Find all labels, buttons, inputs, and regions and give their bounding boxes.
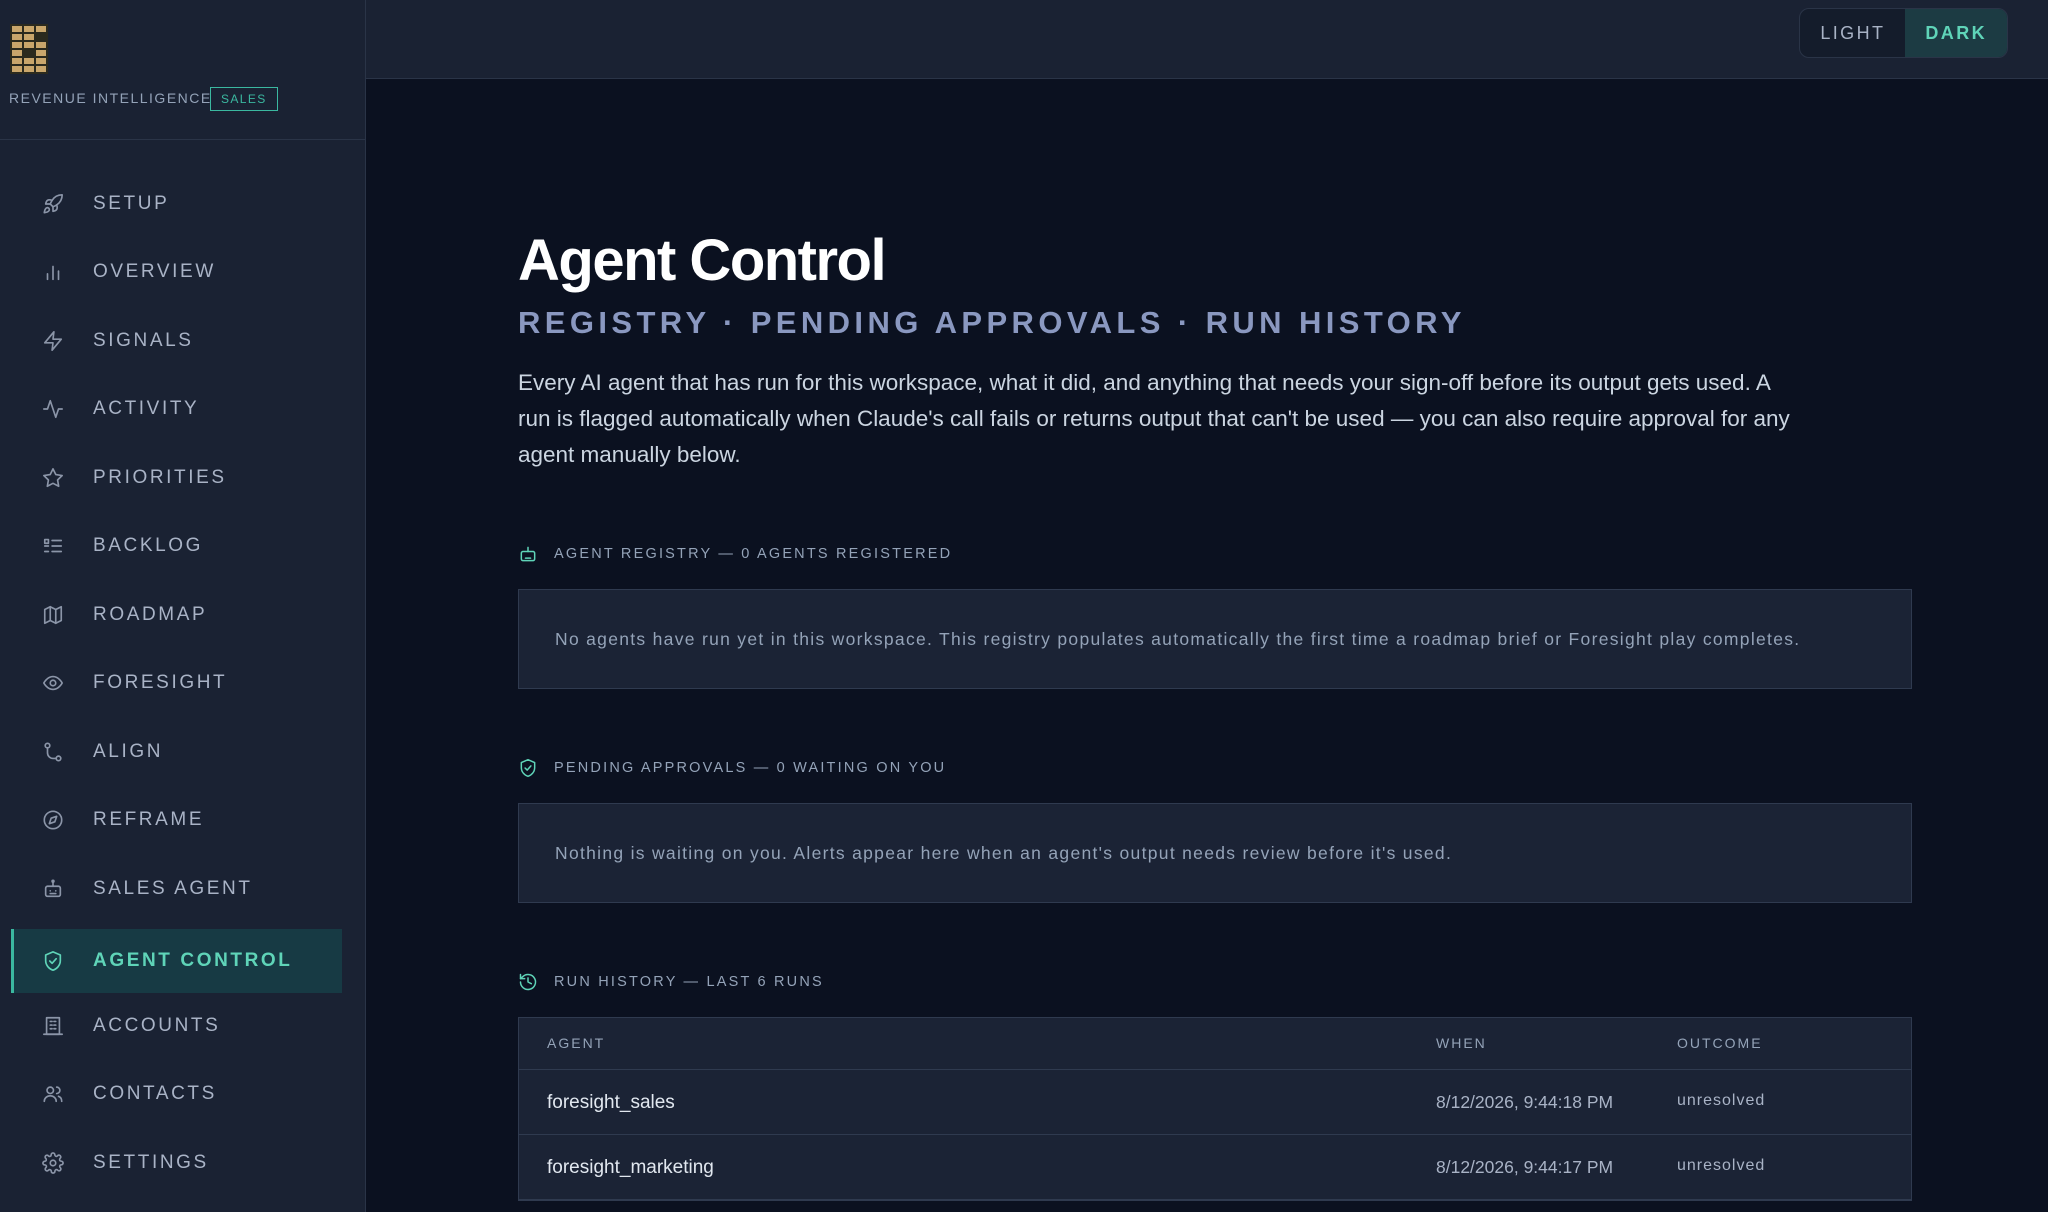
approvals-heading: PENDING APPROVALS — 0 WAITING ON YOU: [518, 756, 946, 780]
table-row[interactable]: foresight_marketing 8/12/2026, 9:44:17 P…: [519, 1135, 1911, 1200]
sidebar-item-label: PRIORITIES: [93, 467, 227, 488]
theme-toggle[interactable]: LIGHT DARK: [1799, 8, 2008, 58]
sidebar-item-roadmap[interactable]: ROADMAP: [11, 583, 342, 647]
page-title: Agent Control: [518, 228, 887, 293]
sidebar-item-reframe[interactable]: REFRAME: [11, 788, 342, 852]
sidebar: REVENUE INTELLIGENCE SALES SETUP OVERVIE…: [0, 0, 366, 1212]
sidebar-item-label: BACKLOG: [93, 535, 204, 556]
sidebar-item-label: FORESIGHT: [93, 672, 228, 693]
pulse-icon: [41, 397, 65, 421]
gear-icon: [41, 1151, 65, 1175]
sidebar-item-priorities[interactable]: PRIORITIES: [11, 446, 342, 510]
compass-icon: [41, 808, 65, 832]
shield-check-icon: [41, 949, 65, 973]
lightning-icon: [41, 329, 65, 353]
eye-icon: [41, 671, 65, 695]
page-description: Every AI agent that has run for this wor…: [518, 370, 1790, 467]
sidebar-item-overview[interactable]: OVERVIEW: [11, 240, 342, 304]
sidebar-item-label: SALES AGENT: [93, 878, 253, 899]
map-icon: [41, 603, 65, 627]
sidebar-item-label: ACTIVITY: [93, 398, 200, 419]
column-header-outcome: OUTCOME: [1677, 1035, 1763, 1051]
sidebar-item-foresight[interactable]: FORESIGHT: [11, 651, 342, 715]
sidebar-item-label: ACCOUNTS: [93, 1015, 221, 1036]
sidebar-item-label: SETTINGS: [93, 1152, 209, 1173]
history-heading: RUN HISTORY — LAST 6 RUNS: [518, 970, 824, 994]
cell-agent: foresight_sales: [547, 1092, 675, 1113]
sidebar-item-setup[interactable]: SETUP: [11, 172, 342, 236]
sidebar-item-label: OVERVIEW: [93, 261, 216, 282]
sidebar-item-label: SIGNALS: [93, 330, 194, 351]
sidebar-item-agent-control[interactable]: AGENT CONTROL: [11, 929, 342, 993]
theme-light-button[interactable]: LIGHT: [1800, 9, 1905, 57]
cell-outcome: unresolved: [1677, 1092, 1766, 1109]
sidebar-item-label: AGENT CONTROL: [93, 950, 293, 971]
table-header: AGENT WHEN OUTCOME: [519, 1018, 1911, 1070]
sidebar-item-sales-agent[interactable]: SALES AGENT: [11, 857, 342, 921]
rocket-icon: [41, 192, 65, 216]
history-icon: [519, 973, 537, 991]
building-icon: [41, 1014, 65, 1038]
page-subtitle: REGISTRY · PENDING APPROVALS · RUN HISTO…: [518, 305, 1466, 340]
cell-when: 8/12/2026, 9:44:18 PM: [1436, 1092, 1614, 1112]
registry-heading-text: AGENT REGISTRY — 0 AGENTS REGISTERED: [554, 546, 953, 562]
sidebar-item-signals[interactable]: SIGNALS: [11, 309, 342, 373]
sidebar-item-label: ROADMAP: [93, 604, 208, 625]
sidebar-item-label: SETUP: [93, 193, 170, 214]
sidebar-item-backlog[interactable]: BACKLOG: [11, 514, 342, 578]
sidebar-item-contacts[interactable]: CONTACTS: [11, 1062, 342, 1126]
sidebar-item-settings[interactable]: SETTINGS: [11, 1131, 342, 1195]
cell-outcome: unresolved: [1677, 1157, 1766, 1174]
theme-dark-button[interactable]: DARK: [1905, 9, 2007, 57]
cell-agent: foresight_marketing: [547, 1157, 714, 1178]
sidebar-item-label: ALIGN: [93, 741, 164, 762]
column-header-agent: AGENT: [547, 1035, 606, 1051]
column-header-when: WHEN: [1436, 1035, 1487, 1051]
sidebar-item-align[interactable]: ALIGN: [11, 720, 342, 784]
sidebar-item-label: REFRAME: [93, 809, 205, 830]
registry-empty-state: No agents have run yet in this workspace…: [518, 589, 1912, 689]
approvals-heading-text: PENDING APPROVALS — 0 WAITING ON YOU: [554, 760, 947, 776]
cell-when: 8/12/2026, 9:44:17 PM: [1436, 1157, 1614, 1177]
bar-chart-icon: [41, 260, 65, 284]
run-history-table: AGENT WHEN OUTCOME foresight_sales 8/12/…: [518, 1017, 1912, 1201]
shield-check-icon: [520, 758, 536, 778]
registry-heading: AGENT REGISTRY — 0 AGENTS REGISTERED: [518, 542, 952, 566]
list-check-icon: [41, 534, 65, 558]
route-icon: [41, 740, 65, 764]
sidebar-item-activity[interactable]: ACTIVITY: [11, 377, 342, 441]
table-row[interactable]: foresight_sales 8/12/2026, 9:44:18 PM un…: [519, 1070, 1911, 1135]
users-icon: [41, 1082, 65, 1106]
robot-icon: [41, 877, 65, 901]
brand-header: REVENUE INTELLIGENCE SALES: [0, 0, 365, 140]
logo-icon: [10, 24, 48, 74]
sidebar-item-accounts[interactable]: ACCOUNTS: [11, 994, 342, 1058]
top-bar: LIGHT DARK: [366, 0, 2048, 79]
sidebar-item-label: CONTACTS: [93, 1083, 217, 1104]
robot-icon: [520, 546, 536, 562]
star-icon: [41, 466, 65, 490]
brand-name: REVENUE INTELLIGENCE: [9, 90, 212, 106]
approvals-empty-state: Nothing is waiting on you. Alerts appear…: [518, 803, 1912, 903]
history-heading-text: RUN HISTORY — LAST 6 RUNS: [554, 974, 824, 990]
brand-badge: SALES: [210, 87, 278, 111]
